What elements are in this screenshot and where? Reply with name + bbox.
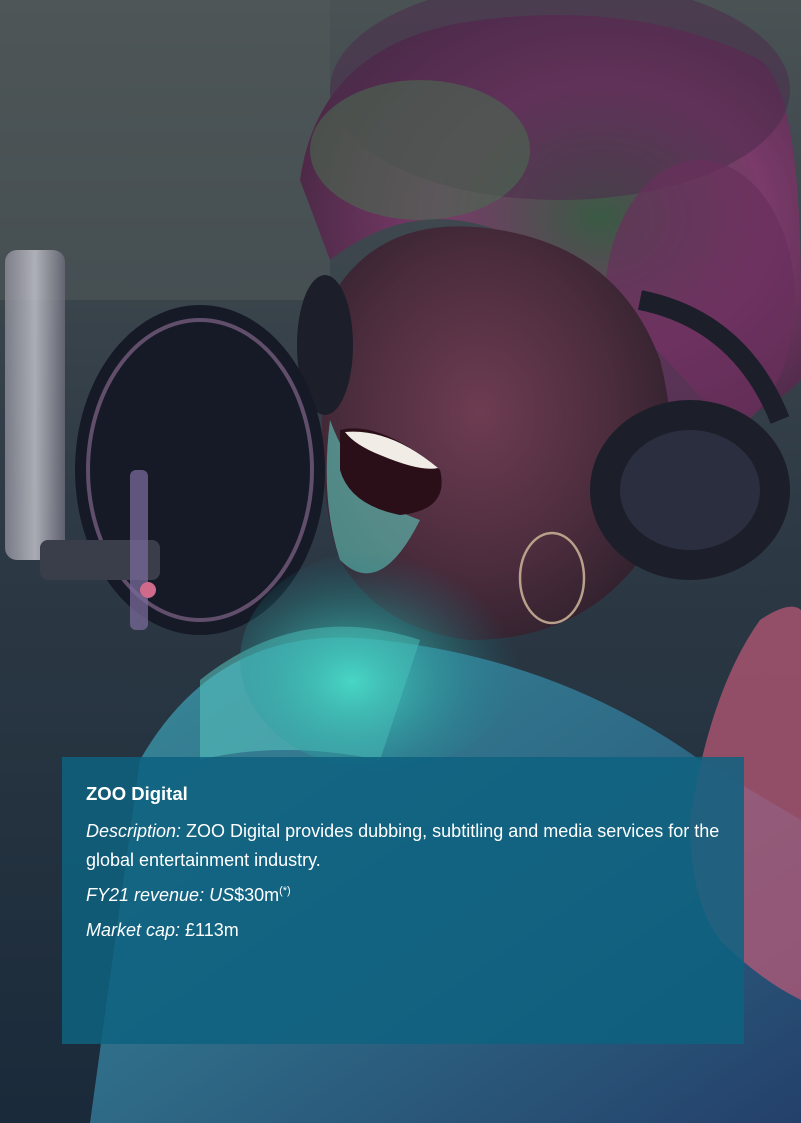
caption-panel: ZOO Digital Description: ZOO Digital pro… xyxy=(62,757,744,1044)
market-cap: Market cap: £113m xyxy=(86,916,720,945)
market-cap-label: Market cap: xyxy=(86,920,181,940)
description-text: ZOO Digital provides dubbing, subtitling… xyxy=(86,821,720,870)
revenue-footnote: (*) xyxy=(279,885,291,897)
revenue-value: $30m xyxy=(234,885,280,905)
revenue: FY21 revenue: US$30m(*) xyxy=(86,881,720,910)
page: ZOO Digital Description: ZOO Digital pro… xyxy=(0,0,801,1123)
description-label: Description: xyxy=(86,821,182,841)
market-cap-value: £113m xyxy=(180,920,239,940)
description: Description: ZOO Digital provides dubbin… xyxy=(86,817,720,875)
company-name: ZOO Digital xyxy=(86,783,188,804)
revenue-label: FY21 revenue: US xyxy=(86,885,235,905)
